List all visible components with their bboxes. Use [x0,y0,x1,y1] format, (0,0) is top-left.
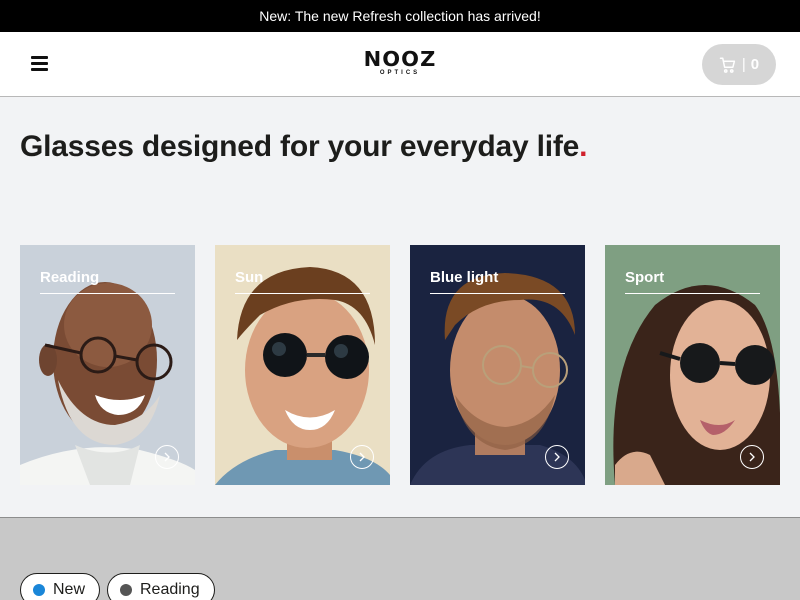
filter-chip-label: Reading [140,581,200,598]
cart-count: 0 [750,56,760,73]
divider [40,293,175,294]
hero-title-text: Glasses designed for your everyday life [20,130,580,163]
chevron-right-icon[interactable] [155,445,179,469]
category-card-reading[interactable]: Reading [20,245,195,485]
site-header: NOOZ OPTICS | 0 [0,32,800,97]
filter-dot [33,584,45,596]
category-label: Blue light [430,269,499,286]
hero-title: Glasses designed for your everyday life. [20,130,587,164]
filter-dot [120,584,132,596]
menu-icon[interactable] [30,55,50,73]
hero-title-dot: . [579,130,588,163]
divider [235,293,370,294]
cart-button[interactable]: | 0 [702,44,776,85]
filter-chip-label: New [53,581,86,598]
cart-separator: | [741,56,746,73]
cart-icon [719,57,735,73]
announcement-text[interactable]: New: The new Refresh collection has arri… [259,8,540,24]
chevron-right-icon[interactable] [350,445,374,469]
category-card-blue-light[interactable]: Blue light [410,245,585,485]
logo[interactable]: NOOZ OPTICS [350,49,450,78]
announcement-bar: New: The new Refresh collection has arri… [0,0,800,32]
chevron-right-icon[interactable] [545,445,569,469]
chevron-right-icon[interactable] [740,445,764,469]
logo-wordmark: NOOZ [363,47,437,71]
filter-chip-reading[interactable]: Reading [107,573,215,600]
filter-chip-new[interactable]: New [20,573,101,600]
category-card-sport[interactable]: Sport [605,245,780,485]
category-label: Sun [235,269,264,286]
category-label: Sport [625,269,665,286]
category-card-sun[interactable]: Sun [215,245,390,485]
category-label: Reading [40,269,100,286]
divider [430,293,565,294]
divider [625,293,760,294]
